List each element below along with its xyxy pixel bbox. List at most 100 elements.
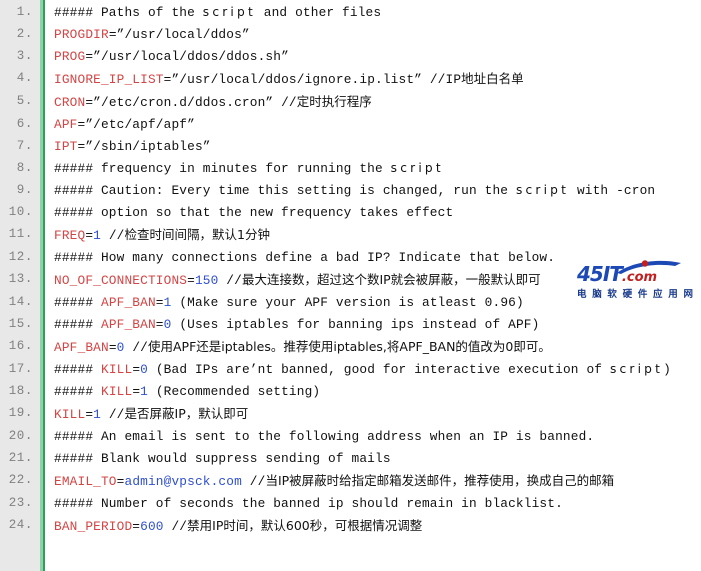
token-cmt: //: [101, 407, 125, 422]
line-number: 18.: [0, 379, 40, 401]
code-line: PROGDIR=”/usr/local/ddos”: [40, 22, 701, 44]
code-line: ##### APF_BAN=1 (Make sure your APF vers…: [40, 290, 701, 312]
token-cmt: //: [163, 519, 188, 534]
line-number: 21.: [0, 446, 40, 468]
token-str: =: [132, 384, 141, 399]
token-var: EMAIL_TO: [54, 474, 117, 489]
line-number: 12.: [0, 245, 40, 267]
code-rows: 1. ##### Paths of the script and other fi…: [0, 0, 701, 536]
line-number: 20.: [0, 424, 40, 446]
code-line: ##### KILL=0 (Bad IPs are’nt banned, goo…: [40, 357, 701, 379]
token-var: IPT: [54, 139, 78, 154]
token-var: APF_BAN: [54, 340, 109, 355]
line-number: 4.: [0, 66, 40, 88]
line-number: 16.: [0, 334, 40, 356]
token-var: PROGDIR: [54, 27, 109, 42]
line-number: 9.: [0, 178, 40, 200]
token-cn: 检查时间间隔，默认1分钟: [124, 227, 270, 242]
code-row: 11. FREQ=1 //检查时间间隔，默认1分钟: [0, 222, 701, 245]
code-line: ##### Paths of the script and other file…: [40, 0, 701, 22]
code-row: 8. ##### frequency in minutes for running…: [0, 156, 701, 178]
token-str: =: [85, 407, 94, 422]
token-var: NO_OF_CONNECTIONS: [54, 273, 188, 288]
token-script: script: [202, 5, 256, 19]
code-line: EMAIL_TO=admin@vpsck.com //当IP被屏蔽时给指定邮箱发…: [40, 468, 701, 491]
line-number: 1.: [0, 0, 40, 22]
code-line: ##### option so that the new frequency t…: [40, 200, 701, 222]
token-num: 600: [140, 519, 164, 534]
token-cmt: //: [218, 273, 242, 288]
code-line: NO_OF_CONNECTIONS=150 //最大连接数，超过这个数IP就会被…: [40, 267, 701, 290]
code-row: 14. ##### APF_BAN=1 (Make sure your APF v…: [0, 290, 701, 312]
code-line: CRON=”/etc/cron.d/ddos.cron” //定时执行程序: [40, 89, 701, 112]
token-cmt: #####: [54, 362, 101, 377]
token-cmt: with -cron: [569, 183, 656, 198]
code-line: ##### An email is sent to the following …: [40, 424, 701, 446]
token-var: BAN_PERIOD: [54, 519, 133, 534]
token-cmt: ##### Caution: Every time this setting i…: [54, 183, 516, 198]
token-cn: 地址白名单: [461, 71, 524, 86]
token-var: APF: [54, 117, 78, 132]
token-script: script: [609, 362, 664, 376]
line-number: 6.: [0, 112, 40, 134]
token-cmt: ##### How many connections define a bad …: [54, 250, 556, 265]
token-cmt: ##### Paths of the: [54, 5, 203, 20]
code-line: ##### Blank would suppress sending of ma…: [40, 446, 701, 468]
token-cmt: ##### An email is sent to the following …: [54, 429, 595, 444]
token-cmt: (Uses iptables for banning ips instead o…: [171, 317, 540, 332]
code-line: ##### How many connections define a bad …: [40, 245, 701, 267]
token-cn: 定时执行程序: [296, 94, 372, 109]
token-num: 1: [140, 384, 148, 399]
code-row: 20. ##### An email is sent to the followi…: [0, 424, 701, 446]
code-row: 3. PROG=”/usr/local/ddos/ddos.sh”: [0, 44, 701, 66]
token-var: APF_BAN: [100, 295, 156, 310]
token-str: =”/usr/local/ddos/ignore.ip.list”: [163, 72, 430, 87]
token-cmt: #####: [54, 317, 101, 332]
token-num: 0: [140, 362, 148, 377]
line-number: 11.: [0, 222, 40, 244]
token-cmt: ##### frequency in minutes for running t…: [54, 161, 391, 176]
code-line: ##### Caution: Every time this setting i…: [40, 178, 701, 200]
token-str: =: [155, 295, 164, 310]
code-line: BAN_PERIOD=600 //禁用IP时间，默认600秒，可根据情况调整: [40, 513, 701, 536]
code-row: 4. IGNORE_IP_LIST=”/usr/local/ddos/ignore…: [0, 66, 701, 89]
token-str: =: [132, 519, 141, 534]
line-number: 22.: [0, 468, 40, 490]
code-listing: 1. ##### Paths of the script and other fi…: [0, 0, 701, 571]
token-str: =”/usr/local/ddos/ddos.sh”: [85, 49, 289, 64]
code-line: IPT=”/sbin/iptables”: [40, 134, 701, 156]
code-row: 23. ##### Number of seconds the banned ip…: [0, 491, 701, 513]
token-num: 1: [93, 407, 102, 422]
token-var: APF_BAN: [100, 317, 156, 332]
token-cmt: //: [101, 228, 125, 243]
token-cmt: //IP: [429, 72, 462, 87]
code-line: ##### KILL=1 (Recommended setting): [40, 379, 701, 401]
line-number: 8.: [0, 156, 40, 178]
code-row: 10. ##### option so that the new frequenc…: [0, 200, 701, 222]
token-cmt: and other files: [255, 5, 382, 20]
token-str: =”/usr/local/ddos”: [108, 27, 250, 42]
token-script: script: [390, 161, 444, 175]
token-str: =: [187, 273, 195, 288]
code-row: 19. KILL=1 //是否屏蔽IP，默认即可: [0, 401, 701, 424]
code-row: 9. ##### Caution: Every time this setting…: [0, 178, 701, 200]
token-cmt: #####: [54, 384, 101, 399]
code-row: 15. ##### APF_BAN=0 (Uses iptables for ba…: [0, 312, 701, 334]
token-cn: 禁用IP时间，默认600秒，可根据情况调整: [187, 518, 423, 533]
line-number: 14.: [0, 290, 40, 312]
code-row: 17. ##### KILL=0 (Bad IPs are’nt banned, …: [0, 357, 701, 379]
code-row: 21. ##### Blank would suppress sending of…: [0, 446, 701, 468]
line-number: 15.: [0, 312, 40, 334]
code-line: PROG=”/usr/local/ddos/ddos.sh”: [40, 44, 701, 66]
code-line: APF_BAN=0 //使用APF还是iptables。推荐使用iptables…: [40, 334, 701, 357]
line-number: 7.: [0, 134, 40, 156]
token-cn: 是否屏蔽IP，默认即可: [124, 406, 249, 421]
token-str: =”/sbin/iptables”: [77, 139, 211, 154]
token-var: KILL: [100, 384, 133, 399]
code-line: FREQ=1 //检查时间间隔，默认1分钟: [40, 222, 701, 245]
token-str: =: [155, 317, 164, 332]
token-num: 0: [116, 340, 125, 355]
token-var: IGNORE_IP_LIST: [54, 72, 164, 87]
token-cn: 当IP被屏蔽时给指定邮箱发送邮件，推荐使用，换成自己的邮箱: [265, 473, 615, 488]
token-num: 150: [194, 273, 219, 288]
